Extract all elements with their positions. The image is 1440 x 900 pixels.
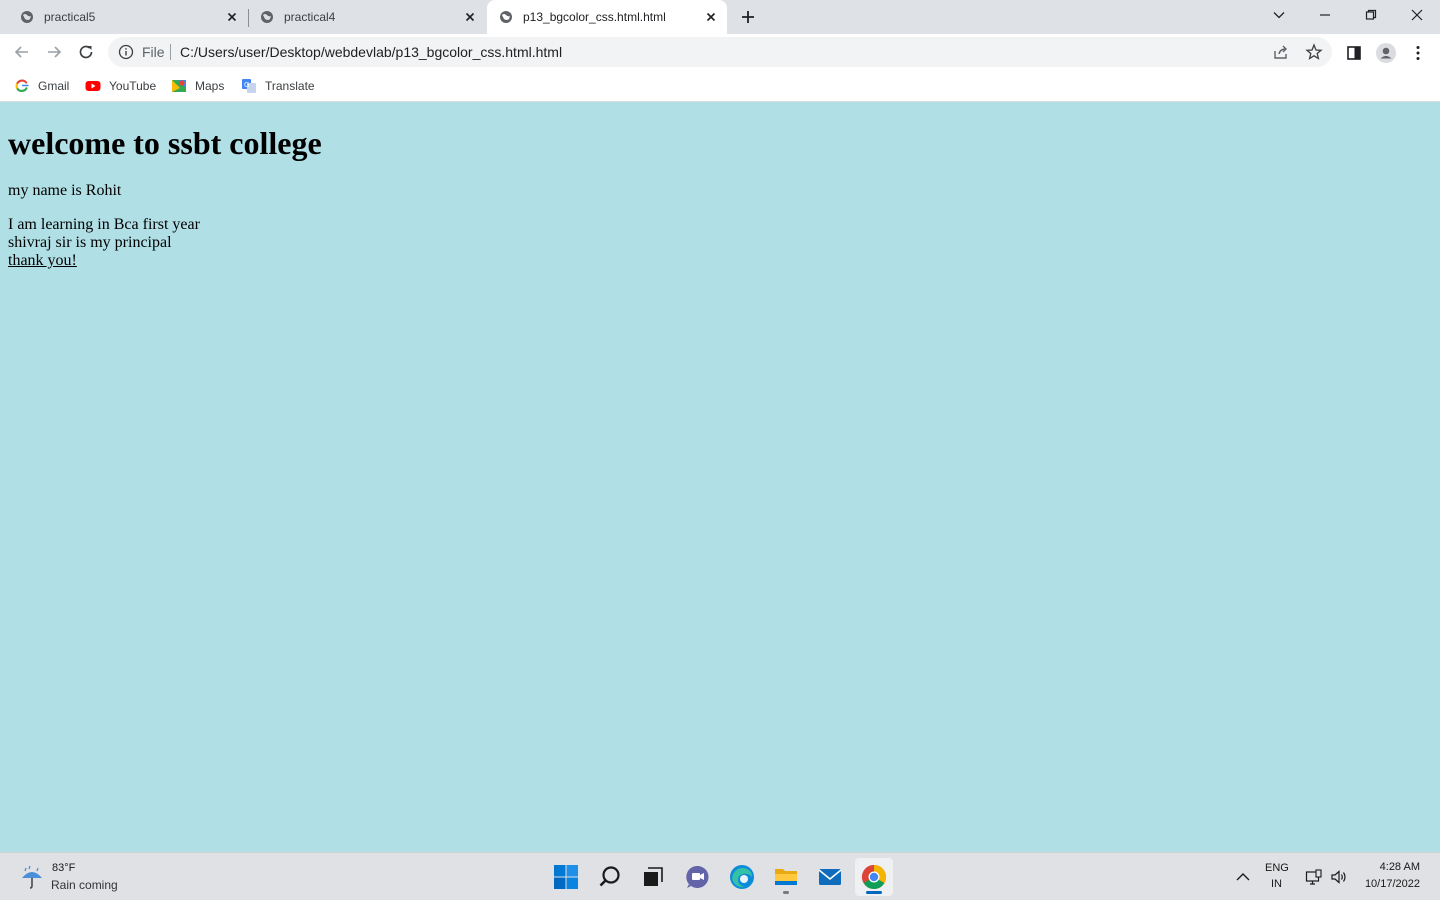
language-region[interactable]: IN [1271,878,1282,890]
tab-strip: practical5 practical4 p13_bgcolor_css.ht… [0,0,1440,34]
avatar-icon [1376,43,1396,63]
restore-icon [1365,9,1377,20]
tab-search-button[interactable] [1256,0,1302,30]
tab-p13-bgcolor[interactable]: p13_bgcolor_css.html.html [487,0,727,34]
globe-icon [21,11,33,23]
mail-button[interactable] [811,858,849,896]
star-icon[interactable] [1305,43,1323,61]
tab-practical4[interactable]: practical4 [248,0,486,34]
arrow-right-icon [48,46,62,58]
edge-button[interactable] [723,858,761,896]
details-line: I am learning in Bca first year [8,216,200,233]
volume-icon[interactable] [1330,868,1348,886]
page-content: welcome to ssbt college my name is Rohit… [0,102,1440,852]
bookmark-gmail[interactable]: Gmail [14,76,69,96]
side-panel-icon [1347,46,1361,60]
youtube-icon [85,81,101,91]
restore-button[interactable] [1348,0,1394,30]
translate-icon: G [242,79,256,93]
language-indicator[interactable]: ENG [1265,862,1289,874]
weather-description: Rain coming [51,878,118,892]
thank-you-text: thank you! [8,252,77,269]
tab-title: p13_bgcolor_css.html.html [523,10,666,24]
search-icon [599,866,620,887]
page-heading: welcome to ssbt college [8,125,322,161]
mail-icon [818,869,842,885]
new-tab-icon[interactable] [738,7,758,27]
details-paragraph: I am learning in Bca first year shivraj … [8,216,200,270]
bookmark-translate[interactable]: G Translate [241,76,315,96]
svg-text:G: G [244,81,249,89]
weather-temperature: 83°F [52,862,76,874]
start-icon [554,865,578,889]
back-button[interactable] [10,40,34,64]
bookmark-youtube[interactable]: YouTube [85,76,156,96]
reload-button[interactable] [74,40,98,64]
forward-button[interactable] [42,40,66,64]
info-icon[interactable] [118,44,134,60]
address-bar[interactable]: File C:/Users/user/Desktop/webdevlab/p13… [108,37,1332,67]
clock-date[interactable]: 10/17/2022 [1365,878,1420,890]
side-panel-button[interactable] [1344,43,1364,63]
file-explorer-button[interactable] [767,858,805,896]
globe-icon [500,11,512,23]
details-line: shivraj sir is my principal [8,234,172,251]
bookmarks-bar: Gmail YouTube Maps G Translate [0,70,1440,102]
minimize-icon [1320,14,1330,16]
close-window-button[interactable] [1394,0,1440,30]
share-icon[interactable] [1272,43,1290,61]
taskbar: 83°F Rain coming ENG IN 4:28 AM 10/17/20… [0,852,1440,900]
running-indicator [783,891,789,894]
maps-icon [172,80,186,92]
search-button[interactable] [591,858,629,896]
network-icon[interactable] [1305,868,1323,886]
close-tab-icon[interactable] [224,9,240,25]
file-explorer-icon [775,869,797,885]
bookmark-label: Translate [265,79,315,93]
scheme-label: File [142,44,165,60]
rain-umbrella-icon[interactable] [18,863,46,891]
start-button[interactable] [547,858,585,896]
intro-paragraph: my name is Rohit [8,182,122,199]
task-view-icon [644,867,663,886]
profile-button[interactable] [1376,43,1396,63]
close-tab-icon[interactable] [703,9,719,25]
tab-practical5[interactable]: practical5 [0,0,249,34]
chevron-up-icon[interactable] [1234,868,1252,886]
minimize-button[interactable] [1302,0,1348,30]
tab-title: practical4 [284,10,336,24]
omnibox-separator [170,44,171,60]
globe-icon [261,11,273,23]
url-text[interactable]: C:/Users/user/Desktop/webdevlab/p13_bgco… [180,44,562,60]
bookmark-label: Gmail [38,79,70,93]
kebab-menu-icon [1416,46,1420,60]
chat-button[interactable] [679,858,717,896]
menu-button[interactable] [1408,43,1428,63]
bookmark-label: Maps [195,79,225,93]
bookmark-label: YouTube [109,79,157,93]
chevron-down-icon [1273,12,1285,19]
clock-time[interactable]: 4:28 AM [1380,861,1420,873]
google-icon [15,79,29,93]
active-indicator [866,891,882,894]
tab-title: practical5 [44,10,96,24]
chat-icon [686,865,709,888]
chrome-button[interactable] [855,858,893,896]
close-tab-icon[interactable] [462,9,478,25]
edge-icon [730,865,754,889]
close-icon [1411,9,1423,21]
bookmark-maps[interactable]: Maps [171,76,224,96]
browser-toolbar: File C:/Users/user/Desktop/webdevlab/p13… [0,34,1440,70]
chrome-icon [861,865,887,890]
reload-icon [79,45,93,59]
task-view-button[interactable] [634,858,672,896]
arrow-left-icon [14,46,28,58]
